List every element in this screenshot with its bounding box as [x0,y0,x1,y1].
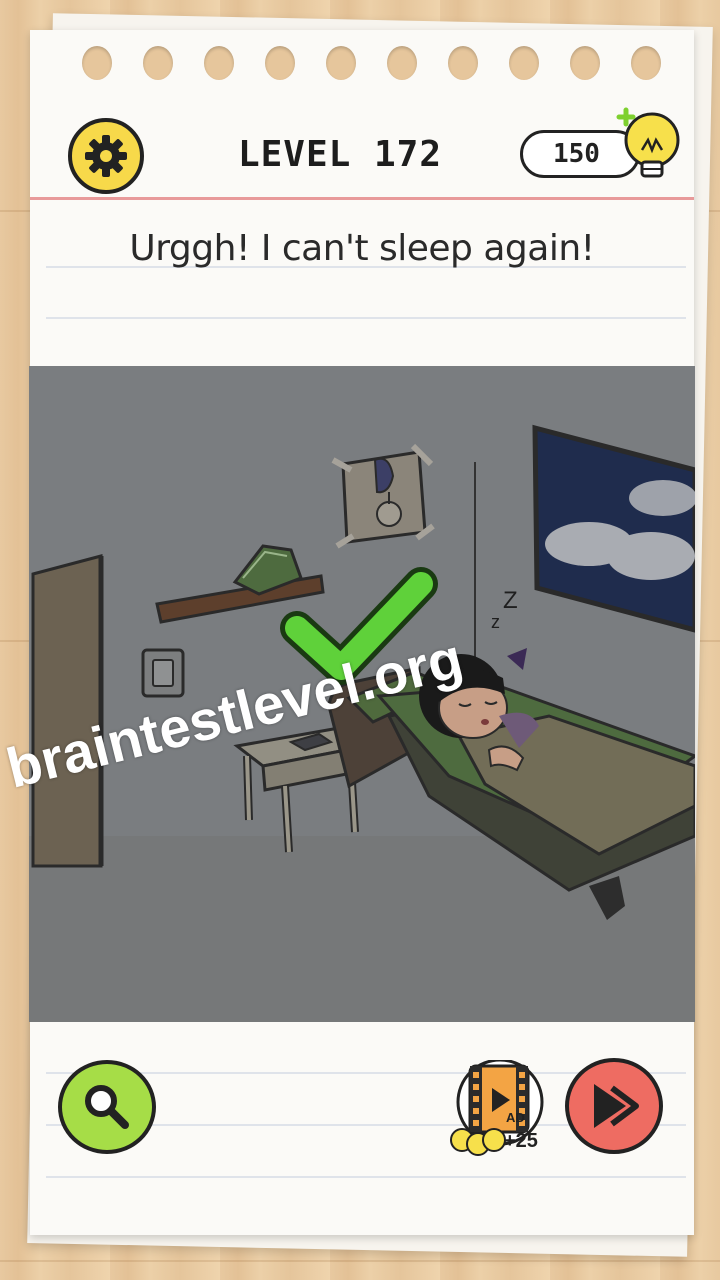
settings-button[interactable] [68,118,144,194]
ad-reward-text: +25 [504,1130,538,1152]
film-ad-icon [450,1058,544,1156]
paper-rule [46,317,686,319]
paper-hole [82,46,112,80]
paper-rule [46,1176,686,1178]
lightbulb-plus-icon[interactable] [612,104,688,188]
paper-hole [326,46,356,80]
paper-hole [631,46,661,80]
paper-hole [387,46,417,80]
gear-icon [85,135,127,177]
paper-hole [570,46,600,80]
level-title: LEVEL 172 [237,134,443,175]
skip-icon [594,1084,639,1128]
paper-hole [143,46,173,80]
level-prompt: Urggh! I can't sleep again! [129,228,595,269]
ad-label: AD [506,1110,525,1125]
paper-hole [265,46,295,80]
paper-hole [204,46,234,80]
hint-button[interactable] [58,1060,156,1154]
magnifier-icon [85,1085,129,1129]
header-rule [30,197,694,200]
paper-hole [448,46,478,80]
watch-ad-button[interactable]: AD [444,1058,556,1160]
paper-hole [509,46,539,80]
coin-count: 150 [553,139,600,169]
skip-level-button[interactable] [565,1058,663,1154]
snore-text-large: Z [503,587,518,614]
light-switch[interactable] [141,648,185,698]
wood-plank-line [0,1260,720,1262]
